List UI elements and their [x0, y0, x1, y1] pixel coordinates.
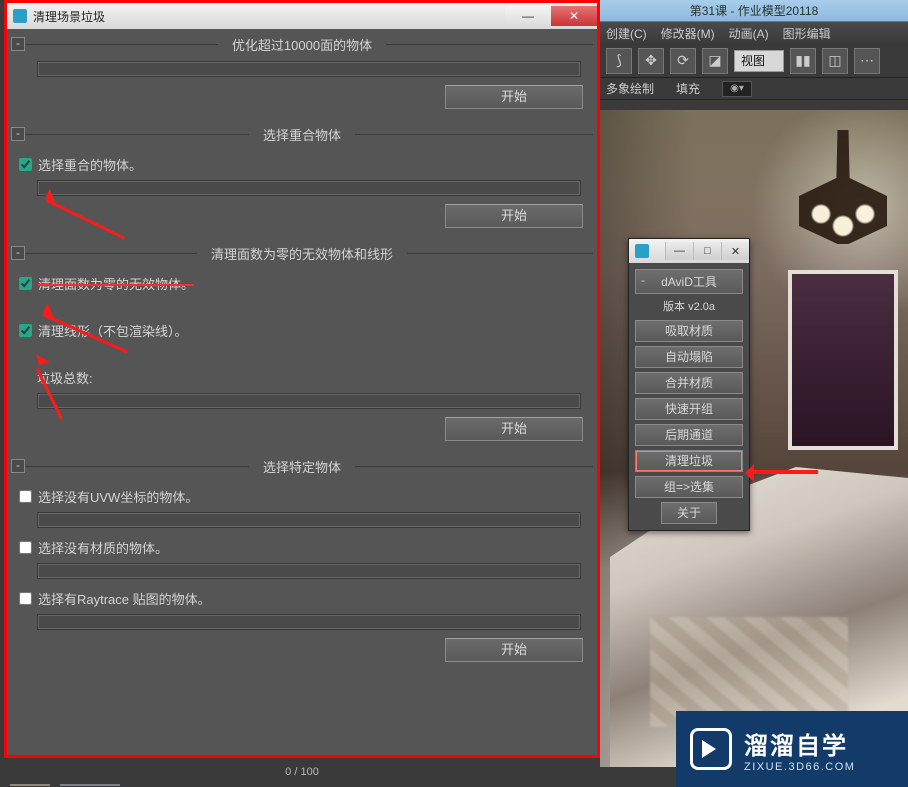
- checkbox-label: 选择没有材质的物体。: [38, 538, 168, 557]
- start-button[interactable]: 开始: [445, 85, 583, 109]
- group-specific: - 选择特定物体 选择没有UVW坐标的物体。 选择没有材质的物体。 选择有Ray…: [9, 453, 595, 670]
- progress-field: [37, 393, 581, 409]
- move-icon[interactable]: ✥: [638, 48, 664, 74]
- menu-create[interactable]: 创建(C): [606, 25, 647, 42]
- view-dropdown[interactable]: 视图: [734, 50, 784, 72]
- bookmark-icon[interactable]: ▮▮: [790, 48, 816, 74]
- checkbox[interactable]: [19, 490, 32, 503]
- check-zero-face[interactable]: 清理面数为零的无效物体。: [11, 270, 593, 297]
- btn-get-material[interactable]: 吸取材质: [635, 320, 743, 342]
- check-select-overlap[interactable]: 选择重合的物体。: [11, 151, 593, 178]
- checkbox-label: 选择没有UVW坐标的物体。: [38, 487, 198, 506]
- menu-graph[interactable]: 图形编辑: [783, 25, 831, 42]
- main-menu: 创建(C) 修改器(M) 动画(A) 图形编辑: [600, 22, 908, 44]
- subitem-draw[interactable]: 多象绘制: [606, 80, 654, 97]
- collapse-toggle[interactable]: -: [11, 459, 25, 473]
- app-topbar: 第31课 - 作业模型20118 创建(C) 修改器(M) 动画(A) 图形编辑…: [600, 0, 908, 110]
- subitem-fill[interactable]: 填充: [676, 80, 700, 97]
- group-title-specific: 选择特定物体: [249, 457, 355, 476]
- visibility-toggle-icon[interactable]: ◉▾: [722, 81, 752, 97]
- minimize-button[interactable]: —: [505, 6, 551, 26]
- menu-modifiers[interactable]: 修改器(M): [661, 25, 715, 42]
- checkbox-label: 选择有Raytrace 贴图的物体。: [38, 589, 211, 608]
- collapse-toggle[interactable]: -: [11, 37, 25, 51]
- start-button[interactable]: 开始: [445, 417, 583, 441]
- palette-header[interactable]: - dAviD工具: [635, 269, 743, 294]
- menu-animation[interactable]: 动画(A): [729, 25, 769, 42]
- more-icon[interactable]: ⋯: [854, 48, 880, 74]
- btn-clean-trash[interactable]: 清理垃圾: [635, 450, 743, 472]
- toolbar: ⟆ ✥ ⟳ ◪ 视图 ▮▮ ◫ ⋯: [600, 44, 908, 78]
- sub-toolbar: 多象绘制 填充 ◉▾: [600, 78, 908, 100]
- cleanup-dialog: 清理场景垃圾 — ✕ - 优化超过10000面的物体 开始 - 选择重合物体: [4, 0, 600, 758]
- link-icon[interactable]: ⟆: [606, 48, 632, 74]
- dialog-title: 清理场景垃圾: [33, 8, 105, 25]
- btn-about[interactable]: 关于: [661, 502, 717, 524]
- document-tab[interactable]: 第31课 - 作业模型20118: [600, 0, 908, 22]
- watermark: 溜溜自学 ZIXUE.3D66.COM: [676, 711, 908, 787]
- scale-icon[interactable]: ◪: [702, 48, 728, 74]
- btn-auto-collapse[interactable]: 自动塌陷: [635, 346, 743, 368]
- palette-title: dAviD工具: [661, 275, 717, 289]
- btn-quick-group[interactable]: 快速开组: [635, 398, 743, 420]
- collapse-icon[interactable]: -: [641, 273, 645, 287]
- checkbox-label: 选择重合的物体。: [38, 155, 142, 174]
- close-button[interactable]: ✕: [551, 6, 597, 26]
- progress-field: [37, 512, 581, 528]
- progress-field: [37, 614, 581, 630]
- palette-minimize-button[interactable]: —: [665, 242, 693, 260]
- checkbox-label: 清理线形（不包渲染线）。: [38, 321, 188, 340]
- checkbox[interactable]: [19, 277, 32, 290]
- group-title-overlap: 选择重合物体: [249, 125, 355, 144]
- check-no-material[interactable]: 选择没有材质的物体。: [11, 534, 593, 561]
- check-no-uvw[interactable]: 选择没有UVW坐标的物体。: [11, 483, 593, 510]
- progress-field: [37, 563, 581, 579]
- david-tool-palette: — □ ✕ - dAviD工具 版本 v2.0a 吸取材质 自动塌陷 合并材质 …: [628, 238, 750, 531]
- app-icon: [635, 244, 649, 258]
- palette-version: 版本 v2.0a: [635, 298, 743, 314]
- app-icon: [13, 9, 27, 23]
- dialog-body: - 优化超过10000面的物体 开始 - 选择重合物体 选择重合的物体。 开始: [7, 29, 597, 755]
- btn-group-to-set[interactable]: 组=>选集: [635, 476, 743, 498]
- scene-wall-panel: [788, 270, 898, 450]
- mirror-icon[interactable]: ◫: [822, 48, 848, 74]
- checkbox[interactable]: [19, 592, 32, 605]
- check-raytrace[interactable]: 选择有Raytrace 贴图的物体。: [11, 585, 593, 612]
- dialog-titlebar[interactable]: 清理场景垃圾 — ✕: [7, 3, 597, 29]
- group-optimize: - 优化超过10000面的物体 开始: [9, 31, 595, 117]
- start-button[interactable]: 开始: [445, 204, 583, 228]
- collapse-toggle[interactable]: -: [11, 127, 25, 141]
- watermark-url: ZIXUE.3D66.COM: [744, 761, 855, 773]
- checkbox[interactable]: [19, 541, 32, 554]
- palette-close-button[interactable]: ✕: [721, 242, 749, 260]
- btn-merge-material[interactable]: 合并材质: [635, 372, 743, 394]
- rotate-icon[interactable]: ⟳: [670, 48, 696, 74]
- checkbox[interactable]: [19, 324, 32, 337]
- total-trash-label: 垃圾总数:: [11, 364, 593, 391]
- group-zeroface: - 清理面数为零的无效物体和线形 清理面数为零的无效物体。 清理线形（不包渲染线…: [9, 240, 595, 449]
- watermark-brand: 溜溜自学: [744, 726, 855, 761]
- bottom-counter: 0 / 100: [4, 760, 600, 784]
- checkbox-label: 清理面数为零的无效物体。: [38, 274, 194, 293]
- group-overlap: - 选择重合物体 选择重合的物体。 开始: [9, 121, 595, 236]
- progress-field: [37, 61, 581, 77]
- progress-field: [37, 180, 581, 196]
- start-button[interactable]: 开始: [445, 638, 583, 662]
- play-icon: [690, 728, 732, 770]
- group-title-zeroface: 清理面数为零的无效物体和线形: [197, 244, 407, 263]
- check-clean-lines[interactable]: 清理线形（不包渲染线）。: [11, 317, 593, 344]
- btn-post-channel[interactable]: 后期通道: [635, 424, 743, 446]
- checkbox[interactable]: [19, 158, 32, 171]
- palette-maximize-button[interactable]: □: [693, 242, 721, 260]
- palette-titlebar[interactable]: — □ ✕: [629, 239, 749, 263]
- collapse-toggle[interactable]: -: [11, 246, 25, 260]
- group-title-optimize: 优化超过10000面的物体: [218, 35, 386, 54]
